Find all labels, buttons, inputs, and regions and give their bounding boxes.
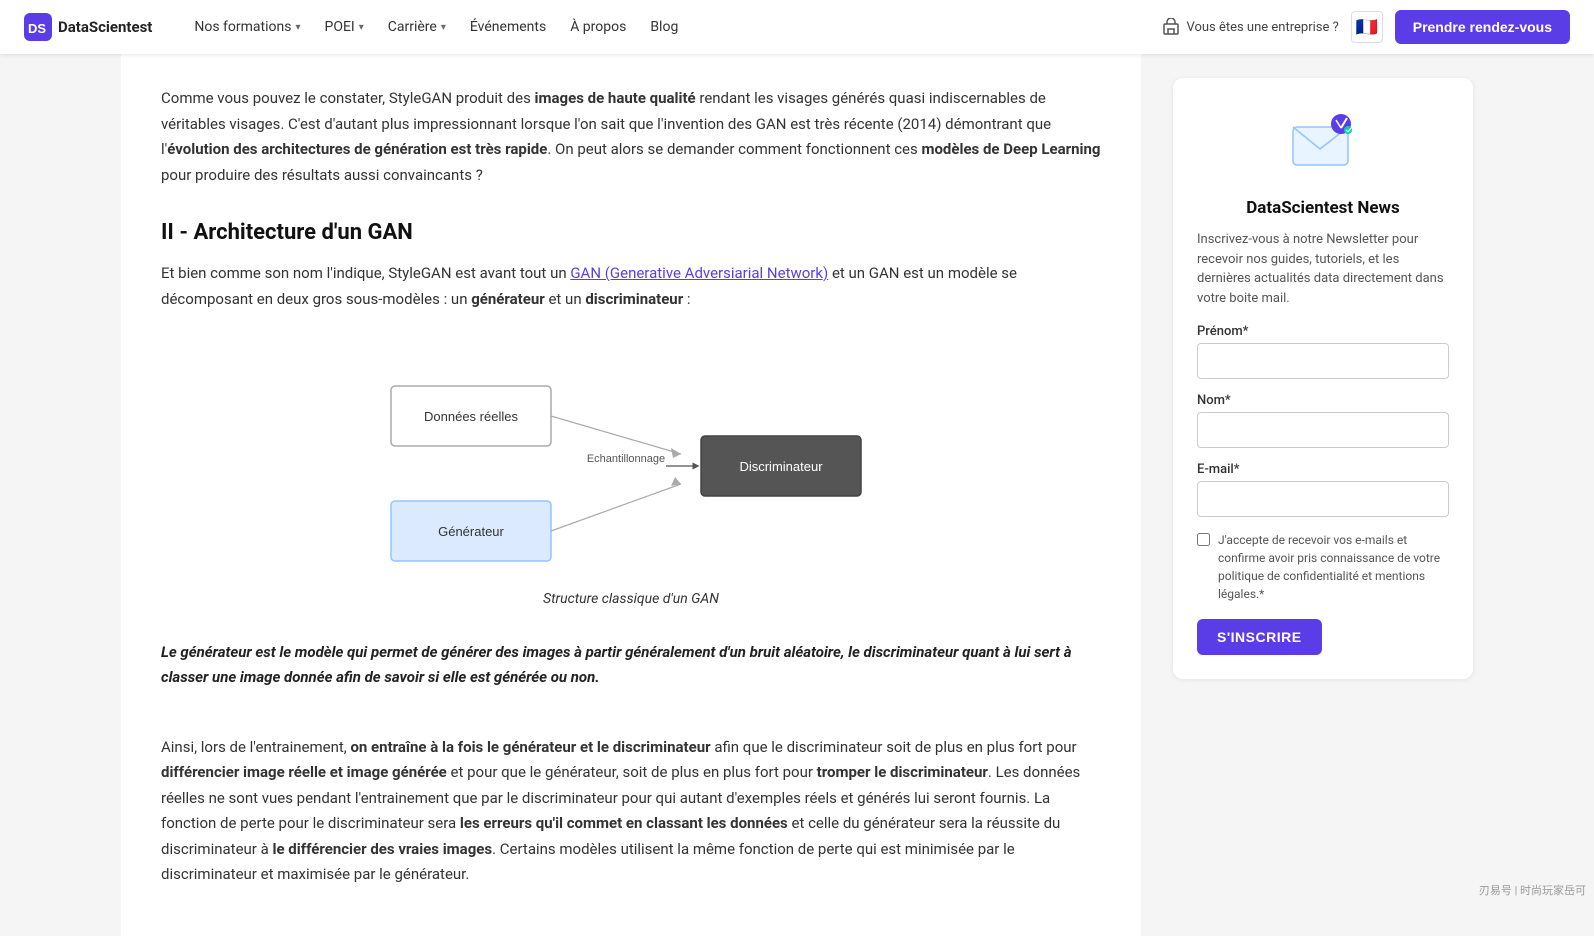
- chevron-down-icon: ▾: [295, 22, 300, 33]
- nav-carriere-label: Carrière: [388, 19, 437, 35]
- cta-button[interactable]: Prendre rendez-vous: [1395, 10, 1570, 44]
- article-content: Comme vous pouvez le constater, StyleGAN…: [121, 54, 1141, 936]
- newsletter-illustration: [1283, 102, 1363, 182]
- logo-text: DataScientest: [58, 18, 152, 36]
- nav-evenements-label: Événements: [470, 19, 546, 35]
- page-wrapper: Comme vous pouvez le constater, StyleGAN…: [97, 54, 1497, 936]
- intro-paragraph: Comme vous pouvez le constater, StyleGAN…: [161, 86, 1101, 188]
- nav-nos-formations[interactable]: Nos formations ▾: [184, 13, 310, 41]
- logo-icon: DS: [24, 13, 52, 41]
- chevron-down-icon: ▾: [441, 22, 446, 33]
- chevron-down-icon: ▾: [359, 22, 364, 33]
- prenom-group: Prénom*: [1197, 324, 1449, 379]
- email-input[interactable]: [1197, 481, 1449, 517]
- gan-link[interactable]: GAN (Generative Adversiarial Network): [570, 264, 828, 282]
- nav-poei[interactable]: POEI ▾: [315, 13, 374, 41]
- nom-label: Nom*: [1197, 393, 1449, 408]
- nom-group: Nom*: [1197, 393, 1449, 448]
- sidebar-title: DataScientest News: [1197, 198, 1449, 218]
- diagram-caption: Structure classique d'un GAN: [371, 588, 891, 612]
- language-selector[interactable]: 🇫🇷: [1351, 11, 1383, 43]
- svg-text:Données réelles: Données réelles: [424, 409, 518, 424]
- prenom-input[interactable]: [1197, 343, 1449, 379]
- svg-text:Discriminateur: Discriminateur: [739, 459, 823, 474]
- prenom-label: Prénom*: [1197, 324, 1449, 339]
- nav-apropos[interactable]: À propos: [560, 13, 636, 41]
- callout-block: Le générateur est le modèle qui permet d…: [161, 636, 1101, 711]
- nom-input[interactable]: [1197, 412, 1449, 448]
- nav-nos-formations-label: Nos formations: [194, 19, 291, 35]
- sidebar-description: Inscrivez-vous à notre Newsletter pour r…: [1197, 230, 1449, 308]
- nav-evenements[interactable]: Événements: [460, 13, 556, 41]
- nav-blog-label: Blog: [650, 19, 678, 35]
- body-paragraph: Ainsi, lors de l'entrainement, on entraî…: [161, 735, 1101, 888]
- callout-text: Le générateur est le modèle qui permet d…: [161, 640, 1101, 691]
- navbar: DS DataScientest Nos formations ▾ POEI ▾…: [0, 0, 1594, 54]
- svg-text:Echantillonnage: Echantillonnage: [587, 453, 665, 465]
- enterprise-link[interactable]: Vous êtes une entreprise ?: [1162, 18, 1338, 36]
- nav-menu: Nos formations ▾ POEI ▾ Carrière ▾ Événe…: [184, 13, 1162, 41]
- consent-label: J'accepte de recevoir vos e-mails et con…: [1218, 531, 1449, 603]
- gan-diagram: Données réelles Générateur Discriminateu…: [371, 336, 891, 612]
- logo[interactable]: DS DataScientest: [24, 13, 152, 41]
- gan-diagram-svg: Données réelles Générateur Discriminateu…: [371, 336, 891, 576]
- nav-carriere[interactable]: Carrière ▾: [378, 13, 456, 41]
- svg-text:Générateur: Générateur: [438, 524, 504, 539]
- building-icon: [1162, 18, 1180, 36]
- svg-text:DS: DS: [28, 21, 46, 36]
- consent-group: J'accepte de recevoir vos e-mails et con…: [1197, 531, 1449, 603]
- sidebar: DataScientest News Inscrivez-vous à notr…: [1173, 54, 1473, 936]
- submit-button[interactable]: S'INSCRIRE: [1197, 619, 1322, 655]
- nav-apropos-label: À propos: [570, 19, 626, 35]
- consent-checkbox[interactable]: [1197, 533, 1210, 546]
- enterprise-text: Vous êtes une entreprise ?: [1186, 20, 1338, 35]
- section-heading: II - Architecture d'un GAN: [161, 220, 1101, 245]
- nav-blog[interactable]: Blog: [640, 13, 688, 41]
- email-label: E-mail*: [1197, 462, 1449, 477]
- nav-poei-label: POEI: [325, 19, 355, 35]
- navbar-right: Vous êtes une entreprise ? 🇫🇷 Prendre re…: [1162, 10, 1570, 44]
- email-group: E-mail*: [1197, 462, 1449, 517]
- newsletter-card: DataScientest News Inscrivez-vous à notr…: [1173, 78, 1473, 679]
- section-paragraph: Et bien comme son nom l'indique, StyleGA…: [161, 261, 1101, 312]
